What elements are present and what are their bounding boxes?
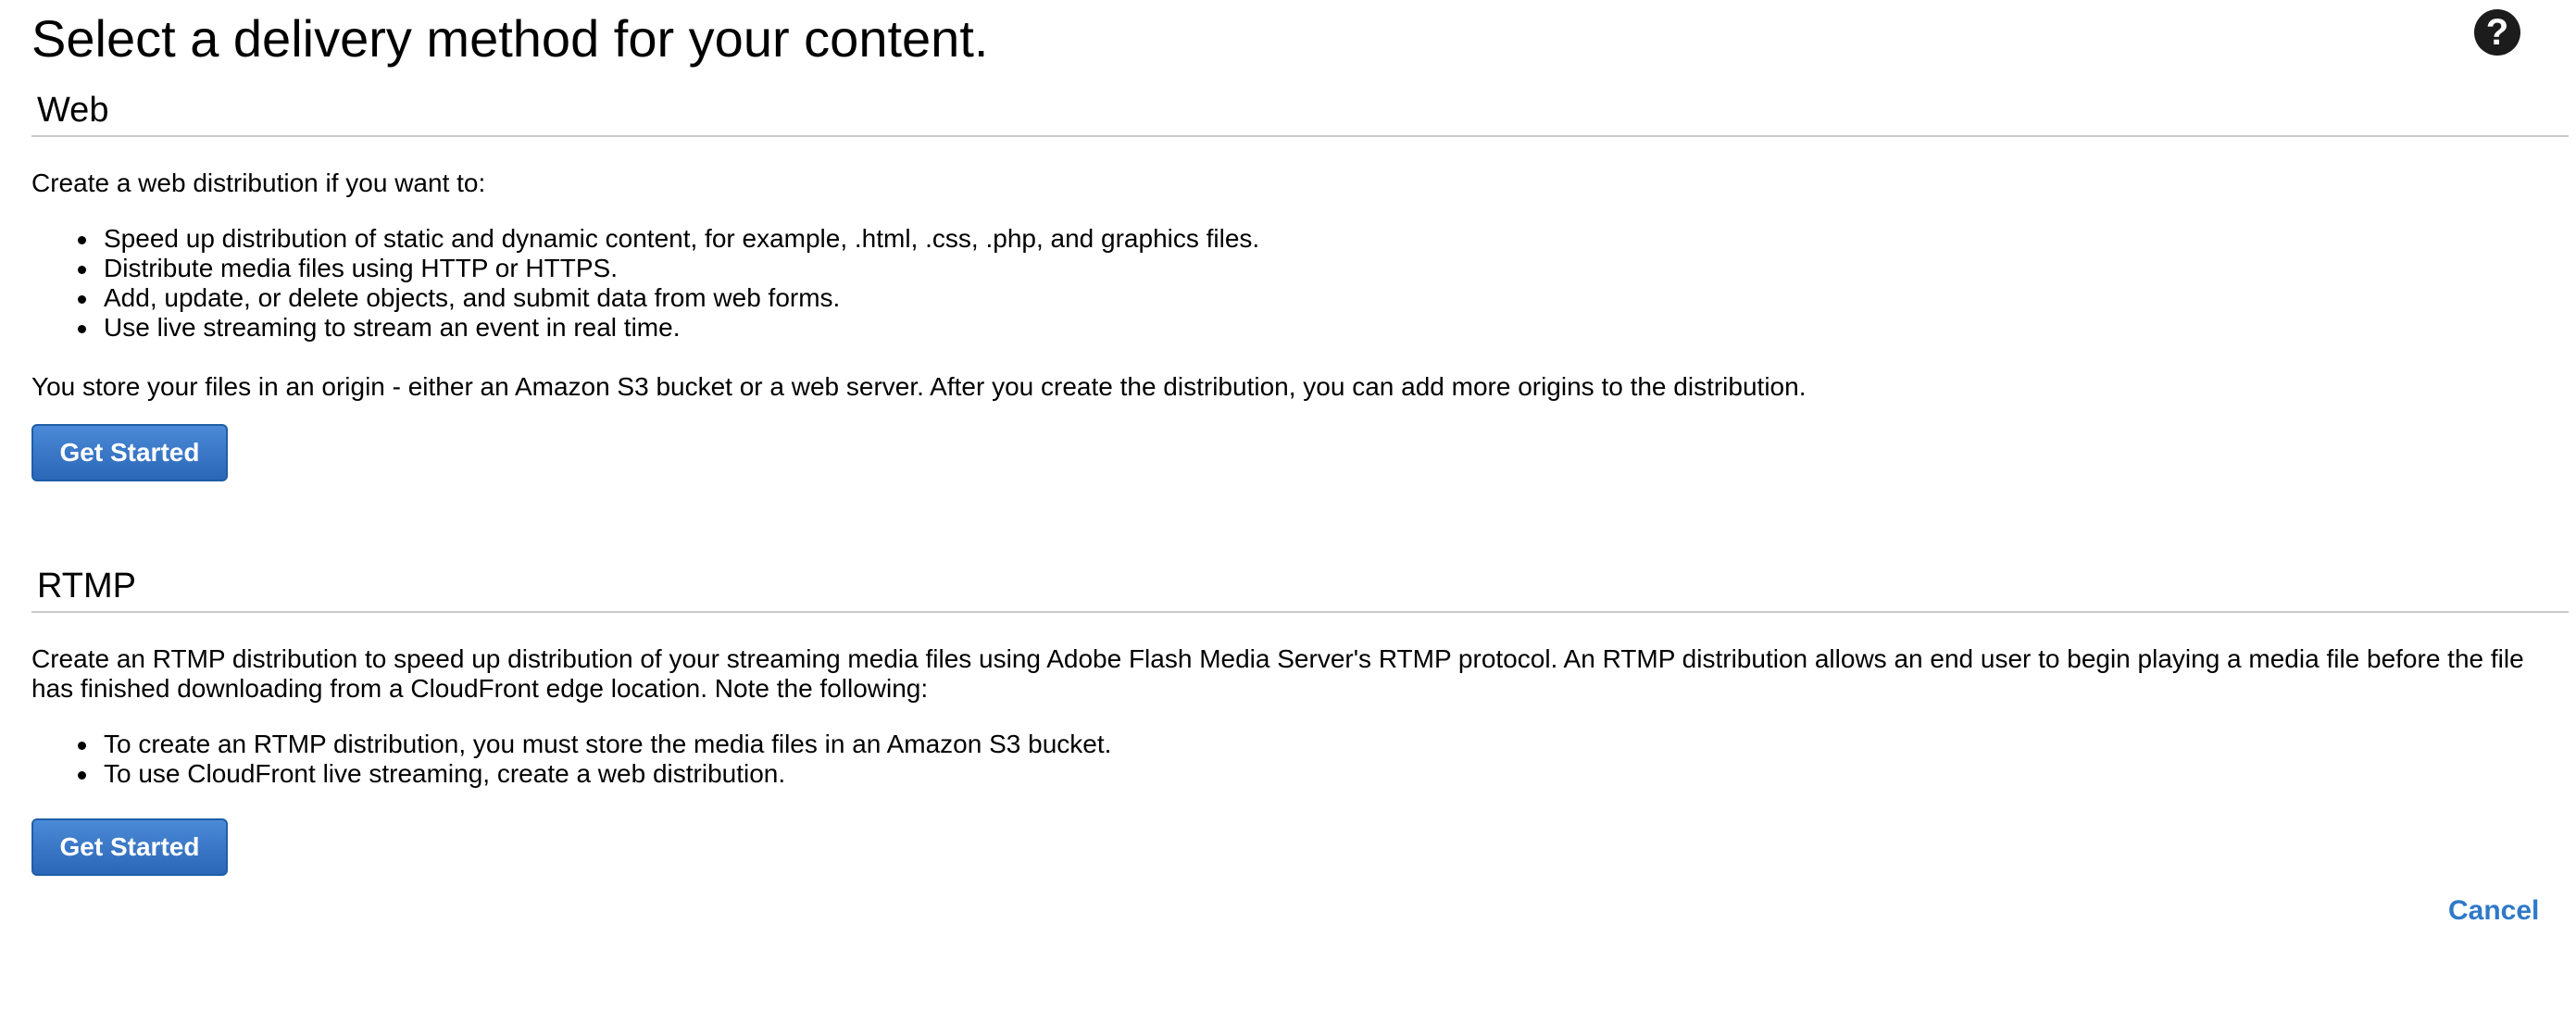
- cancel-link[interactable]: Cancel: [2448, 894, 2539, 928]
- list-item: Speed up distribution of static and dyna…: [31, 224, 1259, 254]
- rtmp-get-started-button[interactable]: Get Started: [31, 818, 228, 876]
- list-item: Use live streaming to stream an event in…: [31, 313, 1259, 343]
- list-item: Distribute media files using HTTP or HTT…: [31, 254, 1259, 283]
- rtmp-intro-text: Create an RTMP distribution to speed up …: [31, 644, 2524, 703]
- web-intro-text: Create a web distribution if you want to…: [31, 168, 486, 197]
- list-item: Add, update, or delete objects, and subm…: [31, 283, 1259, 313]
- rtmp-section-heading: RTMP: [37, 567, 136, 605]
- help-icon[interactable]: ?: [2474, 9, 2520, 56]
- list-item: To use CloudFront live streaming, create…: [31, 759, 1111, 789]
- page-title: Select a delivery method for your conten…: [31, 9, 989, 68]
- web-origin-note: You store your files in an origin - eith…: [31, 372, 1807, 401]
- web-section-divider: [31, 135, 2569, 137]
- web-get-started-button[interactable]: Get Started: [31, 424, 228, 481]
- rtmp-section-divider: [31, 611, 2569, 613]
- list-item: To create an RTMP distribution, you must…: [31, 730, 1111, 759]
- rtmp-notes-list: To create an RTMP distribution, you must…: [31, 730, 1111, 789]
- web-section-heading: Web: [37, 91, 109, 130]
- web-feature-list: Speed up distribution of static and dyna…: [31, 224, 1259, 343]
